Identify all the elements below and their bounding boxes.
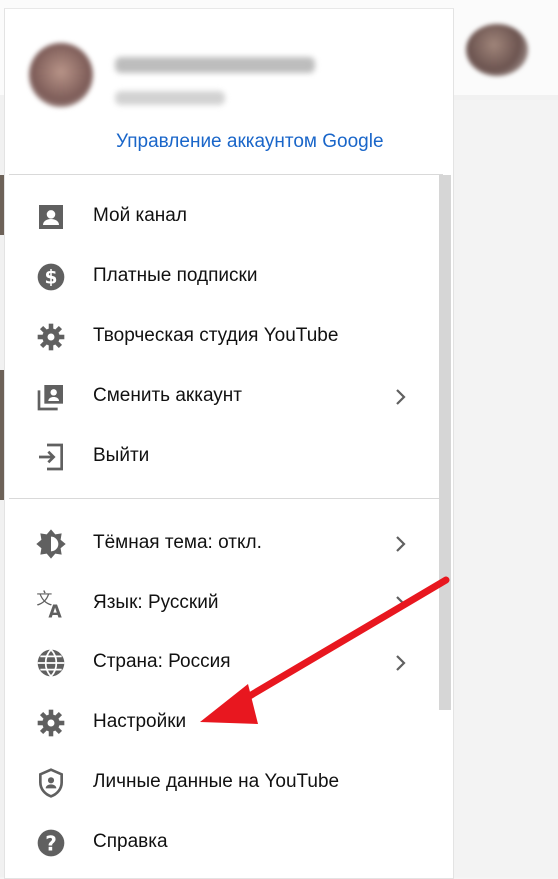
gear-icon bbox=[35, 321, 67, 353]
menu-item-label: Настройки bbox=[93, 711, 187, 732]
brightness-icon bbox=[35, 528, 67, 560]
menu-item-paid-subscriptions[interactable]: $ Платные подписки bbox=[9, 247, 443, 307]
menu-item-label: Страна: Россия bbox=[93, 651, 231, 672]
translate-icon: 文A bbox=[35, 588, 67, 620]
svg-text:$: $ bbox=[45, 268, 58, 289]
manage-google-account-link[interactable]: Управление аккаунтом Google bbox=[116, 131, 384, 153]
menu-item-dark-theme[interactable]: Тёмная тема: откл. bbox=[9, 514, 443, 574]
top-avatar-button[interactable] bbox=[466, 24, 528, 76]
menu-item-label: Мой канал bbox=[93, 205, 187, 226]
menu-item-label: Платные подписки bbox=[93, 265, 258, 286]
menu-item-help[interactable]: ? Справка bbox=[9, 813, 443, 873]
menu-item-country[interactable]: Страна: Россия bbox=[9, 633, 443, 693]
divider bbox=[9, 498, 443, 499]
shield-person-icon bbox=[35, 767, 67, 799]
account-email-blurred bbox=[115, 91, 225, 105]
account-name-blurred bbox=[115, 57, 315, 73]
background-video-list bbox=[450, 100, 558, 877]
globe-icon bbox=[35, 647, 67, 679]
menu-item-personal-data[interactable]: Личные данные на YouTube bbox=[9, 753, 443, 813]
chevron-right-icon bbox=[393, 593, 409, 615]
menu-item-label: Сменить аккаунт bbox=[93, 385, 242, 406]
help-icon: ? bbox=[35, 827, 67, 859]
switch-account-icon bbox=[35, 381, 67, 413]
menu-item-my-channel[interactable]: Мой канал bbox=[9, 187, 443, 247]
chevron-right-icon bbox=[393, 652, 409, 674]
menu-item-label: Творческая студия YouTube bbox=[93, 325, 339, 346]
menu-item-label: Справка bbox=[93, 831, 168, 852]
menu-item-label: Выйти bbox=[93, 445, 150, 466]
divider bbox=[9, 174, 443, 175]
menu-item-language[interactable]: 文A Язык: Русский bbox=[9, 574, 443, 634]
chevron-right-icon bbox=[393, 386, 409, 408]
menu-item-settings[interactable]: Настройки bbox=[9, 693, 443, 753]
menu-item-label: Тёмная тема: откл. bbox=[93, 532, 262, 553]
menu-item-creator-studio[interactable]: Творческая студия YouTube bbox=[9, 307, 443, 367]
sign-out-icon bbox=[35, 441, 67, 473]
avatar bbox=[29, 43, 93, 107]
chevron-right-icon bbox=[393, 533, 409, 555]
gear-icon bbox=[35, 707, 67, 739]
menu-item-sign-out[interactable]: Выйти bbox=[9, 427, 443, 487]
scrollbar[interactable] bbox=[439, 175, 451, 710]
dollar-circle-icon: $ bbox=[35, 261, 67, 293]
menu-item-switch-account[interactable]: Сменить аккаунт bbox=[9, 367, 443, 427]
svg-text:?: ? bbox=[45, 831, 57, 855]
menu-item-label: Личные данные на YouTube bbox=[93, 771, 340, 792]
svg-text:A: A bbox=[48, 602, 62, 620]
account-menu: Управление аккаунтом Google Мой канал $ … bbox=[4, 8, 454, 879]
menu-item-label: Язык: Русский bbox=[93, 592, 219, 613]
account-box-icon bbox=[35, 201, 67, 233]
